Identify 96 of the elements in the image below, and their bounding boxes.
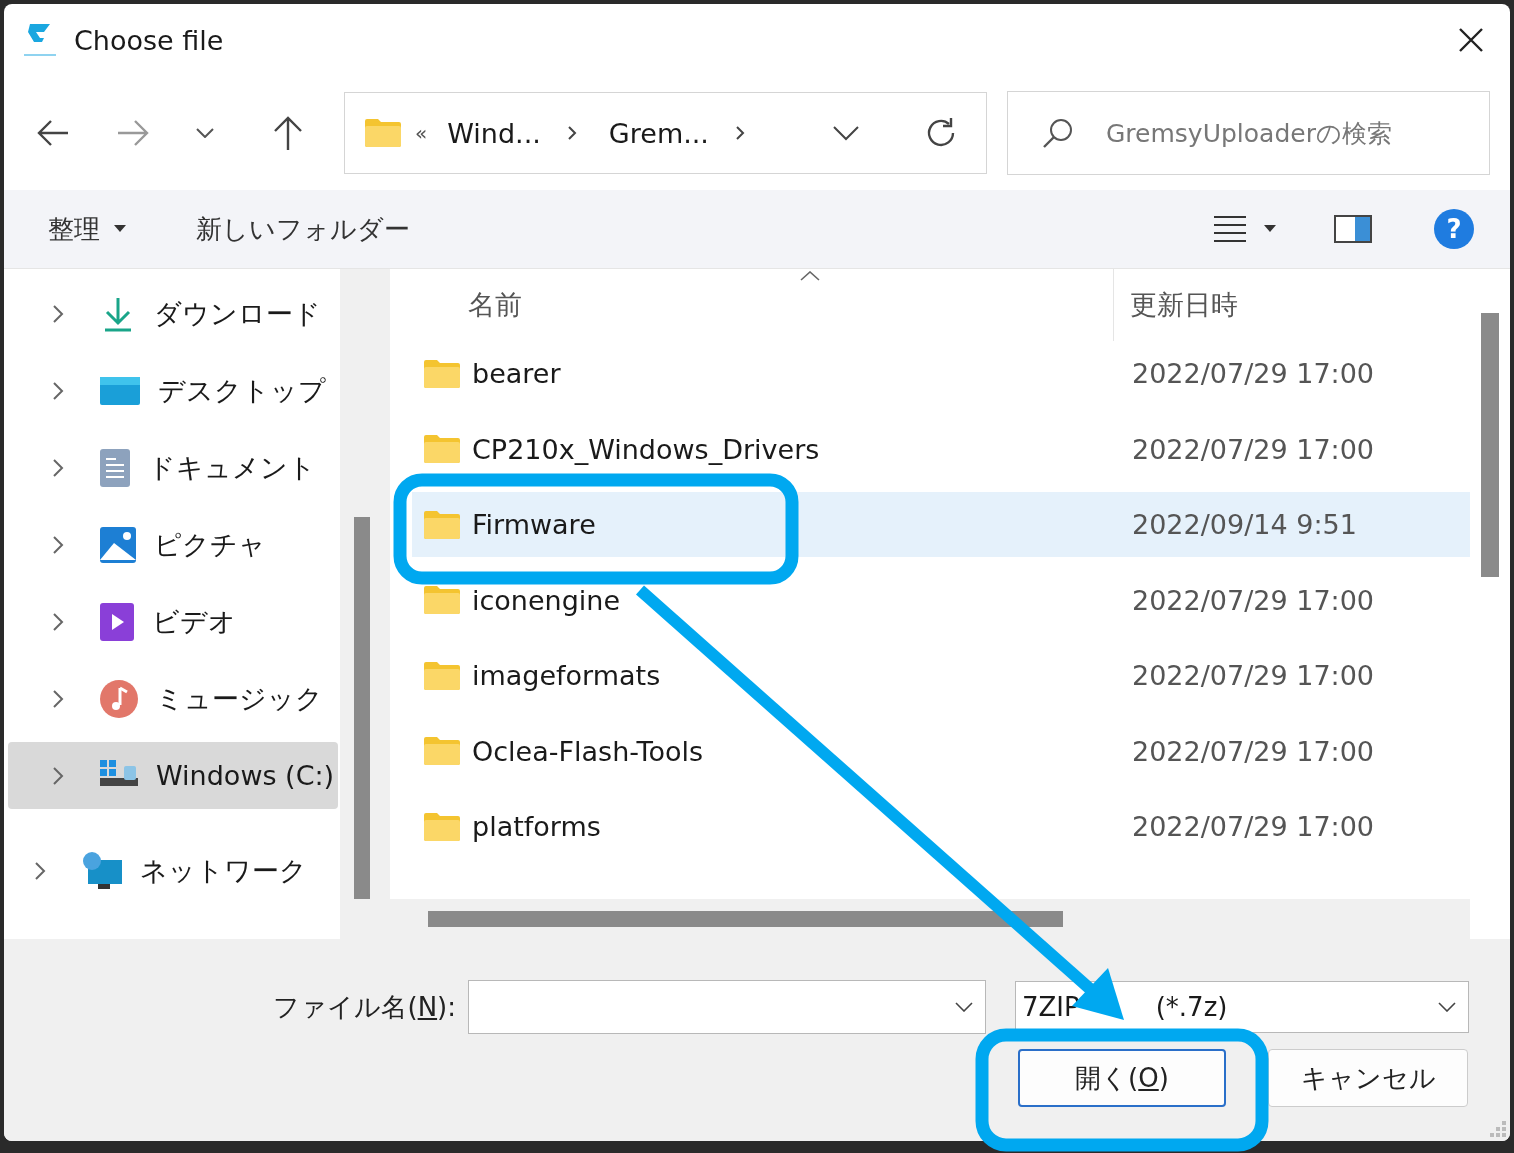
- organize-menu-button[interactable]: 整理: [48, 207, 126, 251]
- up-arrow-icon[interactable]: [272, 115, 304, 151]
- file-type-text: (*.7z): [1155, 992, 1228, 1022]
- caret-icon: [114, 225, 126, 233]
- scrollbar-thumb[interactable]: [354, 517, 370, 899]
- back-arrow-icon[interactable]: [36, 118, 70, 148]
- open-button[interactable]: 開く(O): [1018, 1049, 1226, 1107]
- sort-caret-icon: [800, 271, 820, 281]
- preview-pane-icon[interactable]: [1334, 215, 1372, 243]
- picture-icon: [100, 526, 136, 563]
- desktop-icon: [100, 374, 140, 407]
- new-folder-button[interactable]: 新しいフォルダー: [196, 207, 410, 251]
- folder-icon: [424, 359, 460, 388]
- expand-chevron-icon[interactable]: [52, 457, 64, 478]
- resize-grip-icon[interactable]: [1490, 1121, 1506, 1137]
- breadcrumb[interactable]: Wind...: [447, 117, 541, 149]
- sidebar-item[interactable]: デスクトップ: [8, 357, 338, 424]
- search-field[interactable]: GremsyUploaderの検索: [1007, 91, 1490, 175]
- caret-icon[interactable]: [1264, 225, 1276, 233]
- column-header[interactable]: 更新日時: [1114, 269, 1238, 341]
- file-name-field[interactable]: [468, 980, 986, 1034]
- sidebar-item[interactable]: ミュージック: [8, 665, 338, 732]
- file-row[interactable]: iconengine 2022/07/29 17:00: [412, 567, 1470, 633]
- modified-date: 2022/09/14 9:51: [1132, 509, 1357, 540]
- file-row[interactable]: bearer 2022/07/29 17:00: [412, 341, 1470, 406]
- chevron-right-icon[interactable]: [734, 125, 745, 141]
- address-bar[interactable]: « Wind... Grem...: [344, 92, 987, 174]
- modified-date: 2022/07/29 17:00: [1132, 358, 1374, 389]
- sidebar-label: ミュージック: [156, 681, 323, 716]
- chevron-down-icon[interactable]: [1438, 1002, 1456, 1012]
- folder-icon: [365, 119, 401, 147]
- sidebar-label: ピクチャ: [154, 527, 266, 562]
- file-name: bearer: [472, 358, 562, 389]
- chevron-down-icon[interactable]: [955, 1002, 973, 1012]
- sidebar-label: ビデオ: [152, 604, 236, 639]
- expand-chevron-icon[interactable]: [34, 860, 46, 881]
- scrollbar-thumb[interactable]: [428, 911, 1063, 927]
- folder-icon: [424, 435, 460, 463]
- sidebar-item[interactable]: ピクチャ: [8, 511, 338, 578]
- sidebar-label: ネットワーク: [140, 853, 307, 888]
- help-button[interactable]: ?: [1434, 209, 1474, 249]
- chevron-down-icon[interactable]: [832, 125, 860, 141]
- video-icon: [100, 602, 134, 641]
- sidebar-item[interactable]: Windows (C:): [8, 742, 338, 809]
- sidebar-item[interactable]: ドキュメント: [8, 434, 338, 501]
- file-name-label: ファイル名(N):: [272, 990, 456, 1024]
- chevron-down-icon[interactable]: [196, 128, 214, 138]
- file-row[interactable]: Firmware 2022/09/14 9:51: [412, 492, 1470, 557]
- sidebar-label: ドキュメント: [148, 450, 316, 485]
- music-note-icon: [100, 679, 138, 718]
- file-row[interactable]: Oclea-Flash-Tools 2022/07/29 17:00: [412, 718, 1470, 784]
- scrollbar-thumb[interactable]: [1481, 313, 1499, 577]
- expand-chevron-icon[interactable]: [52, 534, 64, 555]
- overflow-chevrons[interactable]: «: [415, 121, 428, 145]
- folder-icon: [424, 737, 460, 765]
- modified-date: 2022/07/29 17:00: [1132, 735, 1374, 767]
- list-view-icon[interactable]: [1214, 215, 1246, 243]
- file-name: CP210x_Windows_Drivers: [472, 433, 821, 465]
- modified-date: 2022/07/29 17:00: [1132, 811, 1374, 842]
- window-title: Choose file: [74, 24, 225, 56]
- sidebar-item[interactable]: ネットワーク: [8, 837, 338, 904]
- expand-chevron-icon[interactable]: [52, 688, 64, 709]
- folder-icon: [424, 812, 460, 841]
- search-input[interactable]: GremsyUploaderの検索: [1104, 117, 1473, 149]
- cancel-button[interactable]: キャンセル: [1268, 1049, 1468, 1107]
- expand-chevron-icon[interactable]: [52, 380, 64, 401]
- chevron-right-icon[interactable]: [566, 125, 577, 141]
- folder-icon: [424, 661, 460, 690]
- breadcrumb[interactable]: Grem...: [608, 117, 709, 149]
- file-name: Oclea-Flash-Tools: [472, 735, 705, 767]
- file-row[interactable]: CP210x_Windows_Drivers 2022/07/29 17:00: [412, 416, 1470, 482]
- sidebar-label: ダウンロード: [154, 296, 321, 331]
- sidebar-item[interactable]: ビデオ: [8, 588, 338, 655]
- network-computer-icon: [82, 851, 122, 890]
- folder-icon: [424, 510, 460, 539]
- sidebar-label: Windows (C:): [156, 760, 335, 791]
- expand-chevron-icon[interactable]: [52, 765, 64, 786]
- file-row[interactable]: imageformats 2022/07/29 17:00: [412, 643, 1470, 708]
- file-row[interactable]: platforms 2022/07/29 17:00: [412, 794, 1470, 859]
- file-name: imageformats: [472, 660, 662, 691]
- sidebar-label: デスクトップ: [158, 373, 326, 408]
- file-name: Firmware: [472, 509, 597, 540]
- file-name: iconengine: [472, 584, 622, 616]
- close-icon[interactable]: [1458, 27, 1484, 53]
- modified-date: 2022/07/29 17:00: [1132, 584, 1374, 616]
- file-name: platforms: [472, 811, 602, 842]
- modified-date: 2022/07/29 17:00: [1132, 433, 1374, 465]
- expand-chevron-icon[interactable]: [52, 303, 64, 324]
- modified-date: 2022/07/29 17:00: [1132, 660, 1374, 691]
- document-icon: [100, 448, 130, 487]
- folder-icon: [424, 586, 460, 614]
- column-header[interactable]: 名前: [420, 269, 1114, 341]
- search-icon: [1042, 117, 1074, 149]
- sidebar-item[interactable]: ダウンロード: [8, 280, 338, 347]
- expand-chevron-icon[interactable]: [52, 611, 64, 632]
- forward-arrow-icon[interactable]: [116, 118, 150, 148]
